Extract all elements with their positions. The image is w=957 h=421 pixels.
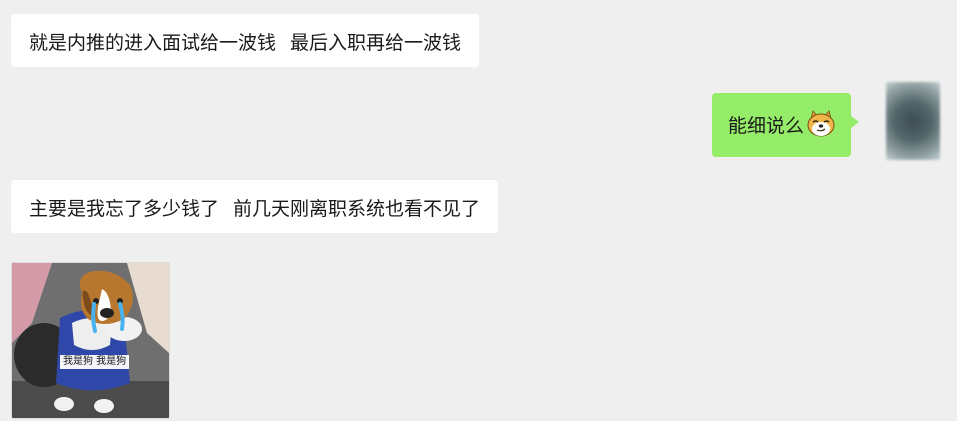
message-bubble-incoming[interactable]: 主要是我忘了多少钱了 前几天刚离职系统也看不见了 — [11, 180, 499, 233]
message-bubble-incoming[interactable]: 就是内推的进入面试给一波钱 最后入职再给一波钱 — [11, 14, 480, 67]
message-text: 主要是我忘了多少钱了 — [29, 198, 220, 220]
message-text: 能细说么 — [728, 115, 805, 137]
crying-dog-illustration — [12, 263, 169, 418]
message-bubble-outgoing[interactable]: 能细说么 — [712, 93, 860, 157]
dog-sticker-image[interactable]: 我是狗 我是狗 — [11, 262, 170, 419]
message-text: 前几天刚离职系统也看不见了 — [233, 198, 481, 220]
message-text: 就是内推的进入面试给一波钱 — [29, 32, 277, 54]
chat-history: 就是内推的进入面试给一波钱 最后入职再给一波钱 能细说么 主要是我忘了多少钱了 前几… — [0, 0, 957, 421]
avatar[interactable] — [886, 82, 940, 160]
sticker-caption: 我是狗 我是狗 — [60, 355, 130, 369]
doge-emoji-icon — [807, 110, 835, 137]
message-text: 最后入职再给一波钱 — [290, 32, 462, 54]
